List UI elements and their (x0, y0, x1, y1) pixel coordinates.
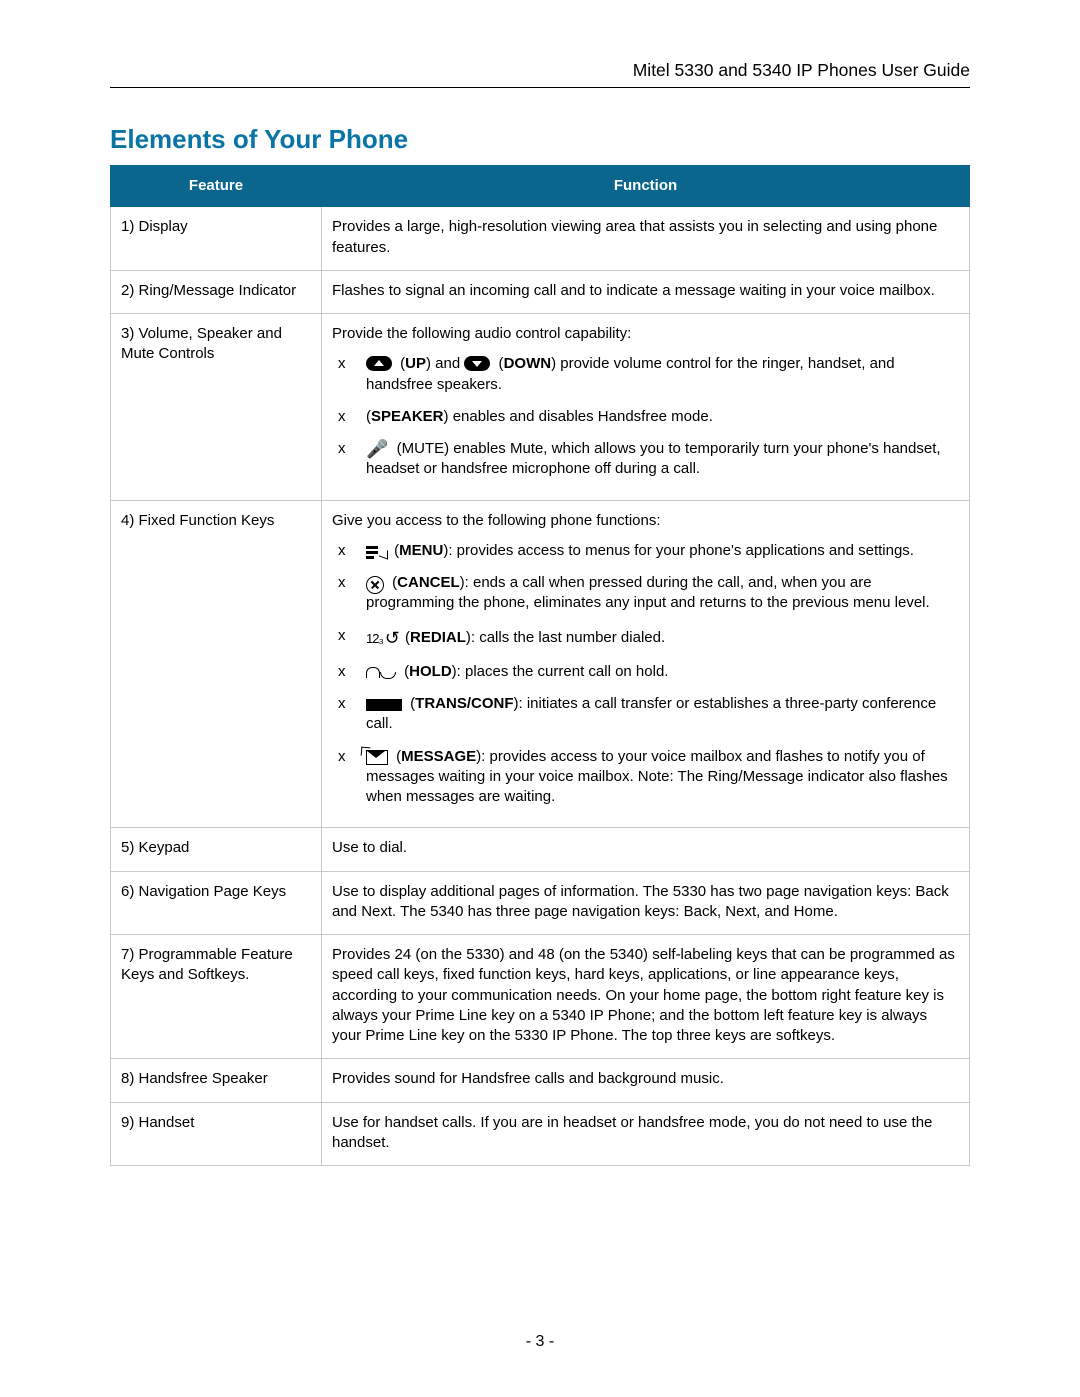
list-item: (MESSAGE): provides access to your voice… (332, 743, 959, 816)
cell-function: Provide the following audio control capa… (322, 314, 970, 501)
list-item: (UP) and (DOWN) provide volume control f… (332, 350, 959, 403)
text: ): places the current call on hold. (452, 663, 669, 680)
volume-up-icon (366, 356, 392, 371)
text: ) enables and disables Handsfree mode. (444, 408, 713, 425)
label-menu: MENU (399, 542, 443, 559)
cell-feature: 1) Display (111, 207, 322, 271)
cell-function: Provides 24 (on the 5330) and 48 (on the… (322, 935, 970, 1059)
list-item: (CANCEL): ends a call when pressed durin… (332, 569, 959, 622)
table-row: 2) Ring/Message Indicator Flashes to sig… (111, 270, 970, 313)
text: ): calls the last number dialed. (466, 629, 665, 646)
cell-function: Use for handset calls. If you are in hea… (322, 1102, 970, 1166)
cell-feature: 6) Navigation Page Keys (111, 871, 322, 935)
list-item: (MENU): provides access to menus for you… (332, 537, 959, 569)
th-function: Function (322, 166, 970, 207)
th-feature: Feature (111, 166, 322, 207)
page: Mitel 5330 and 5340 IP Phones User Guide… (0, 0, 1080, 1397)
cell-function: Provides a large, high-resolution viewin… (322, 207, 970, 271)
section-title: Elements of Your Phone (110, 124, 970, 155)
table-row: 6) Navigation Page Keys Use to display a… (111, 871, 970, 935)
redial-icon: 12₃ (366, 625, 397, 649)
list-item: (SPEAKER) enables and disables Handsfree… (332, 403, 959, 435)
cell-function: Use to dial. (322, 828, 970, 871)
cell-feature: 4) Fixed Function Keys (111, 500, 322, 828)
volume-down-icon (464, 356, 490, 371)
table-row: 5) Keypad Use to dial. (111, 828, 970, 871)
text: ): provides access to menus for your pho… (443, 542, 914, 559)
cell-feature: 7) Programmable Feature Keys and Softkey… (111, 935, 322, 1059)
cell-feature: 2) Ring/Message Indicator (111, 270, 322, 313)
cell-function: Give you access to the following phone f… (322, 500, 970, 828)
page-number: - 3 - (0, 1333, 1080, 1351)
label-up: UP (405, 355, 426, 372)
cell-function: Provides sound for Handsfree calls and b… (322, 1059, 970, 1102)
feature-table: Feature Function 1) Display Provides a l… (110, 165, 970, 1166)
label-down: DOWN (504, 355, 552, 372)
text: (MUTE) enables Mute, which allows you to… (366, 440, 941, 477)
label-trans: TRANS/CONF (415, 695, 513, 712)
cell-feature: 9) Handset (111, 1102, 322, 1166)
menu-icon (366, 546, 386, 560)
table-row: 1) Display Provides a large, high-resolu… (111, 207, 970, 271)
list-item: (TRANS/CONF): initiates a call transfer … (332, 690, 959, 743)
table-row: 7) Programmable Feature Keys and Softkey… (111, 935, 970, 1059)
row4-intro: Give you access to the following phone f… (332, 512, 661, 529)
text: ) and (426, 355, 460, 372)
cell-function: Use to display additional pages of infor… (322, 871, 970, 935)
list-item: 🎤 (MUTE) enables Mute, which allows you … (332, 435, 959, 488)
list-item: 12₃ (REDIAL): calls the last number dial… (332, 622, 959, 658)
list-item: (HOLD): places the current call on hold. (332, 658, 959, 690)
table-row: 9) Handset Use for handset calls. If you… (111, 1102, 970, 1166)
running-head: Mitel 5330 and 5340 IP Phones User Guide (110, 60, 970, 88)
hold-icon (366, 667, 396, 679)
transfer-icon (366, 699, 402, 711)
row4-list: (MENU): provides access to menus for you… (332, 537, 959, 816)
table-row: 8) Handsfree Speaker Provides sound for … (111, 1059, 970, 1102)
label-speaker: SPEAKER (371, 408, 444, 425)
cell-function: Flashes to signal an incoming call and t… (322, 270, 970, 313)
cell-feature: 3) Volume, Speaker and Mute Controls (111, 314, 322, 501)
table-header-row: Feature Function (111, 166, 970, 207)
cancel-icon (366, 576, 384, 594)
row3-intro: Provide the following audio control capa… (332, 325, 631, 342)
table-row: 4) Fixed Function Keys Give you access t… (111, 500, 970, 828)
label-message: MESSAGE (401, 748, 476, 765)
cell-feature: 5) Keypad (111, 828, 322, 871)
label-hold: HOLD (409, 663, 452, 680)
label-cancel: CANCEL (397, 574, 460, 591)
cell-feature: 8) Handsfree Speaker (111, 1059, 322, 1102)
table-row: 3) Volume, Speaker and Mute Controls Pro… (111, 314, 970, 501)
message-icon (366, 750, 388, 765)
mute-icon: 🎤 (366, 440, 388, 458)
label-redial: REDIAL (410, 629, 466, 646)
row3-list: (UP) and (DOWN) provide volume control f… (332, 350, 959, 487)
